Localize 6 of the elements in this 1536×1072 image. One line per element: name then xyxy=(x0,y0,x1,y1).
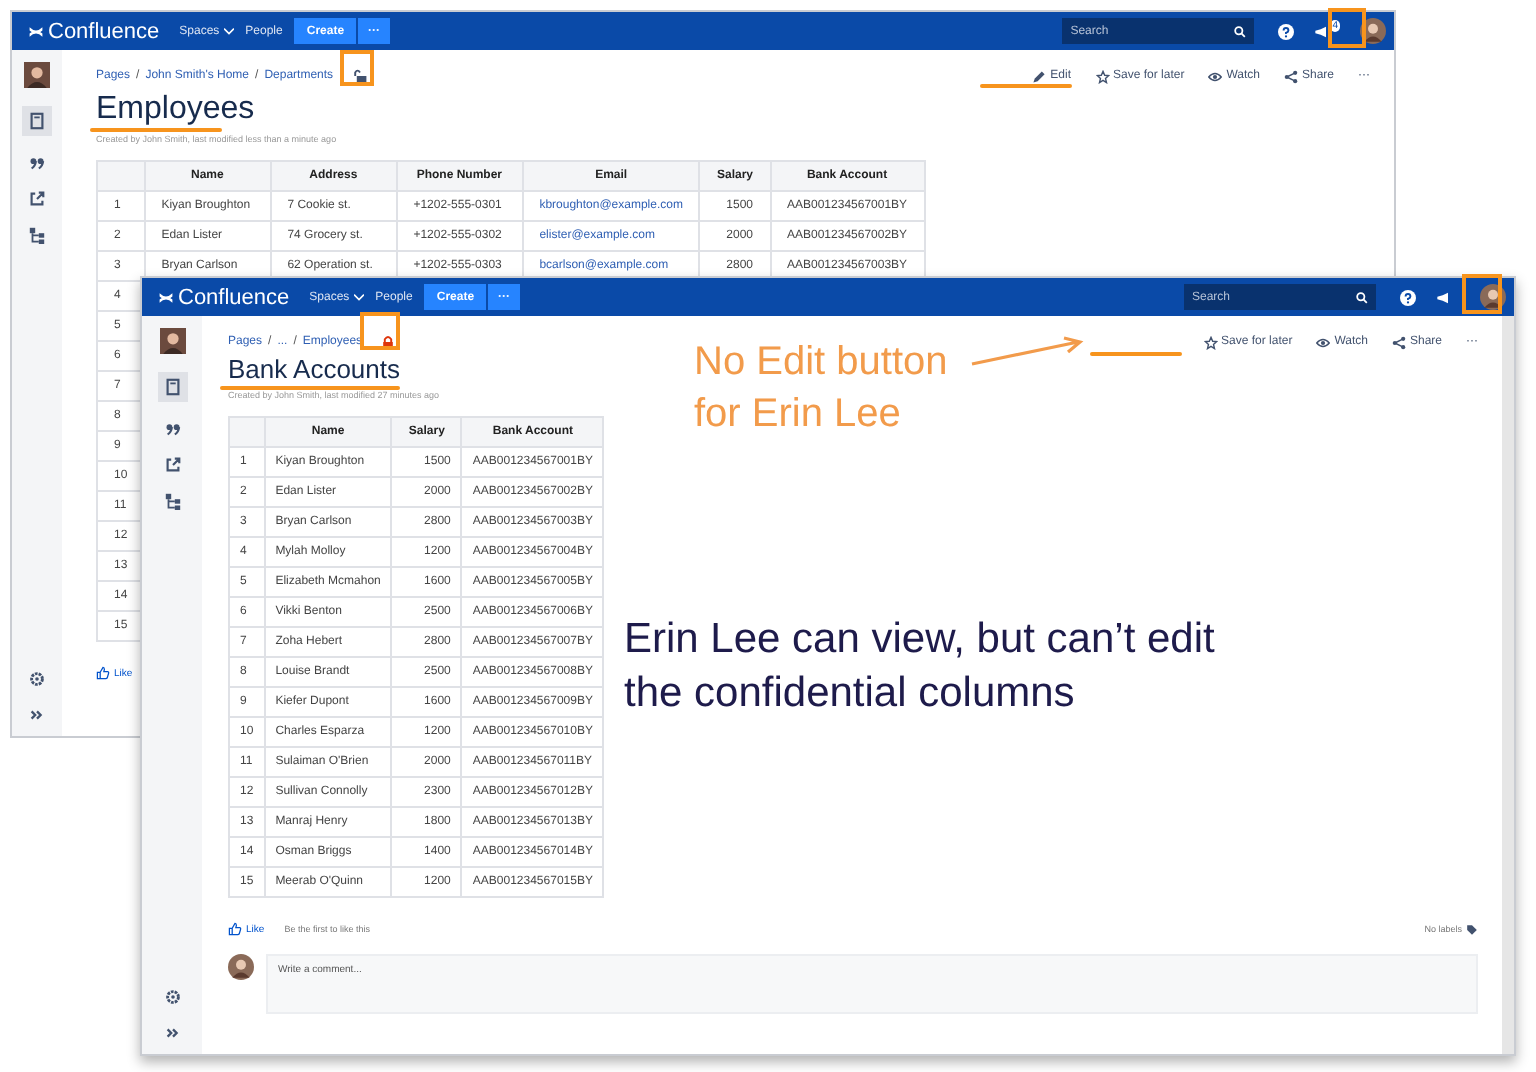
logo-text: Confluence xyxy=(178,285,290,309)
logo-text: Confluence xyxy=(48,19,160,43)
page-title: Employees xyxy=(96,94,255,126)
note-text: Erin Lee can view, but can’t edit the confidential columns xyxy=(624,614,1215,720)
page-title: Bank Accounts xyxy=(228,356,400,382)
callout-text: No Edit button for Erin Lee xyxy=(694,338,948,440)
